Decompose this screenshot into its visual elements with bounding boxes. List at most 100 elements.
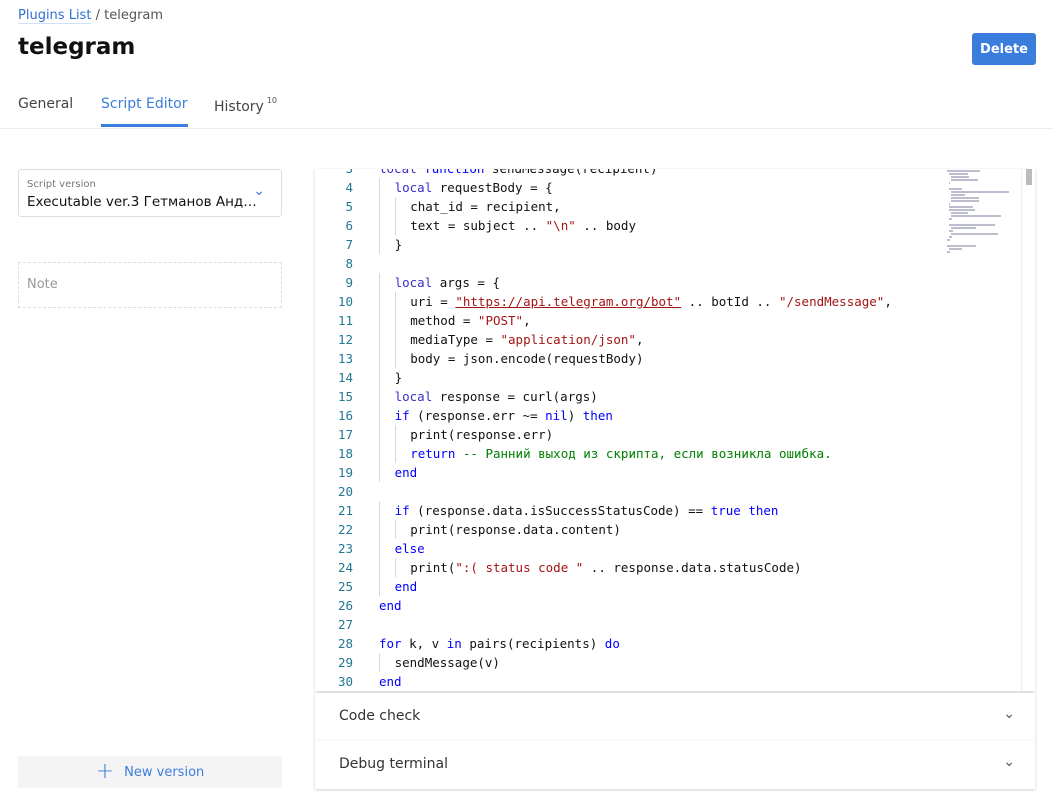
code-text: } — [395, 368, 403, 387]
code-token-keyword: nil — [545, 408, 568, 423]
line-number: 23 — [337, 541, 353, 556]
code-token-text: uri = — [410, 294, 456, 309]
code-line: 24 print(":( status code " .. response.da… — [315, 558, 1035, 577]
code-text: if (response.err ~= nil) then — [395, 406, 613, 425]
editor-scrollbar[interactable] — [1021, 169, 1035, 691]
code-token-keyword: if — [394, 503, 410, 518]
code-text: sendMessage(v) — [395, 653, 500, 672]
code-line: 20 — [315, 482, 1035, 501]
code-line: 16 if (response.err ~= nil) then — [315, 406, 1035, 425]
code-token-keyword: do — [604, 636, 620, 651]
breadcrumb-plugins-list[interactable]: Plugins List — [18, 8, 92, 24]
line-number: 5 — [345, 199, 353, 214]
code-token-keyword: for — [379, 636, 402, 651]
code-token-link[interactable]: "https://api.telegram.org/bot" — [455, 294, 681, 309]
indent-guide — [394, 425, 396, 444]
line-number: 12 — [337, 332, 353, 347]
code-text: local args = { — [395, 273, 500, 292]
code-text: chat_id = recipient, — [410, 197, 561, 216]
code-editor[interactable]: 3 local function sendMessage(recipient) 4 l… — [315, 169, 1035, 691]
code-token-string: "application/json" — [500, 332, 636, 347]
code-line: 19 end — [315, 463, 1035, 482]
new-version-button[interactable]: + New version — [18, 756, 282, 788]
indent-guide — [379, 216, 380, 235]
line-number: 22 — [337, 522, 353, 537]
indent-guide — [379, 444, 380, 463]
code-text: local response = curl(args) — [395, 387, 598, 406]
page-title: telegram — [18, 34, 136, 60]
line-number: 8 — [345, 256, 353, 271]
history-count-badge: 10 — [266, 96, 277, 105]
indent-guide — [379, 197, 380, 216]
code-text: print(response.err) — [410, 425, 553, 444]
indent-guide — [379, 406, 380, 425]
code-line: 13 body = json.encode(requestBody) — [315, 349, 1035, 368]
breadcrumb-current: telegram — [104, 8, 164, 23]
code-token-comment: -- Ранний выход из скрипта, если возникл… — [462, 446, 832, 461]
indent-guide — [379, 349, 380, 368]
chevron-down-icon: ⌄ — [253, 183, 265, 199]
indent-guide — [379, 273, 380, 292]
tab-script-editor[interactable]: Script Editor — [101, 96, 188, 127]
code-text: print(":( status code " .. response.data… — [410, 558, 801, 577]
code-line: 23 else — [315, 539, 1035, 558]
code-token-text: .. response.data.statusCode) — [583, 560, 802, 575]
line-number: 11 — [337, 313, 353, 328]
indent-guide — [394, 520, 396, 539]
tab-general[interactable]: General — [18, 96, 73, 124]
code-text: print(response.data.content) — [410, 520, 621, 539]
code-token-string: ":( status code " — [455, 560, 584, 575]
scrollbar-thumb[interactable] — [1026, 169, 1032, 185]
code-token-text: .. body — [575, 218, 636, 233]
code-token-keyword: if — [394, 408, 410, 423]
delete-button[interactable]: Delete — [972, 33, 1036, 65]
code-token-local: local — [394, 275, 433, 290]
plus-icon: + — [95, 759, 115, 784]
code-line: 9 local args = { — [315, 273, 1035, 292]
tab-history[interactable]: History 10 — [214, 96, 277, 127]
code-token-keyword: in — [446, 636, 462, 651]
indent-guide — [379, 368, 380, 387]
line-number: 19 — [337, 465, 353, 480]
code-token-text: .. botId .. — [681, 294, 779, 309]
indent-guide — [379, 311, 380, 330]
indent-guide — [379, 330, 380, 349]
code-check-panel[interactable]: Code check ⌄ — [315, 693, 1035, 741]
code-line: 18 return -- Ранний выход из скрипта, есл… — [315, 444, 1035, 463]
tab-bar: General Script Editor History 10 — [0, 90, 1053, 129]
code-line: 6 text = subject .. "\n" .. body — [315, 216, 1035, 235]
debug-terminal-panel[interactable]: Debug terminal ⌄ — [315, 741, 1035, 789]
code-line: 3 local function sendMessage(recipient) — [315, 169, 1035, 178]
code-token-text: ) — [567, 408, 583, 423]
code-token-text: (response.err ~= — [409, 408, 546, 423]
indent-guide — [379, 501, 380, 520]
script-version-value: Executable ver.3 Гетманов Анд… — [27, 194, 257, 210]
indent-guide — [379, 539, 380, 558]
code-token-keyword: return — [410, 446, 456, 461]
code-line: 17 print(response.err) — [315, 425, 1035, 444]
code-token-text: method = — [410, 313, 478, 328]
code-token-text: print( — [410, 560, 456, 575]
code-line: 30 end — [315, 672, 1035, 691]
indent-guide — [379, 463, 380, 482]
minimap[interactable] — [947, 169, 1021, 253]
indent-guide — [394, 349, 396, 368]
line-number: 28 — [337, 636, 353, 651]
code-text: text = subject .. "\n" .. body — [410, 216, 636, 235]
code-token-local: local — [394, 389, 433, 404]
note-field[interactable]: Note — [18, 262, 282, 308]
code-line: 8 — [315, 254, 1035, 273]
code-token-keyword: end — [394, 579, 418, 594]
indent-guide — [379, 653, 380, 672]
code-token-text: requestBody = { — [432, 180, 553, 195]
code-line: 25 end — [315, 577, 1035, 596]
code-token-text: response = curl(args) — [432, 389, 598, 404]
line-number: 15 — [337, 389, 353, 404]
indent-guide — [379, 425, 380, 444]
line-number: 17 — [337, 427, 353, 442]
tab-label: Script Editor — [101, 96, 188, 112]
code-token-text: body = json.encode(requestBody) — [410, 351, 644, 366]
indent-guide — [379, 387, 380, 406]
line-number: 9 — [345, 275, 353, 290]
script-version-select[interactable]: Script version Executable ver.3 Гетманов… — [18, 169, 282, 217]
